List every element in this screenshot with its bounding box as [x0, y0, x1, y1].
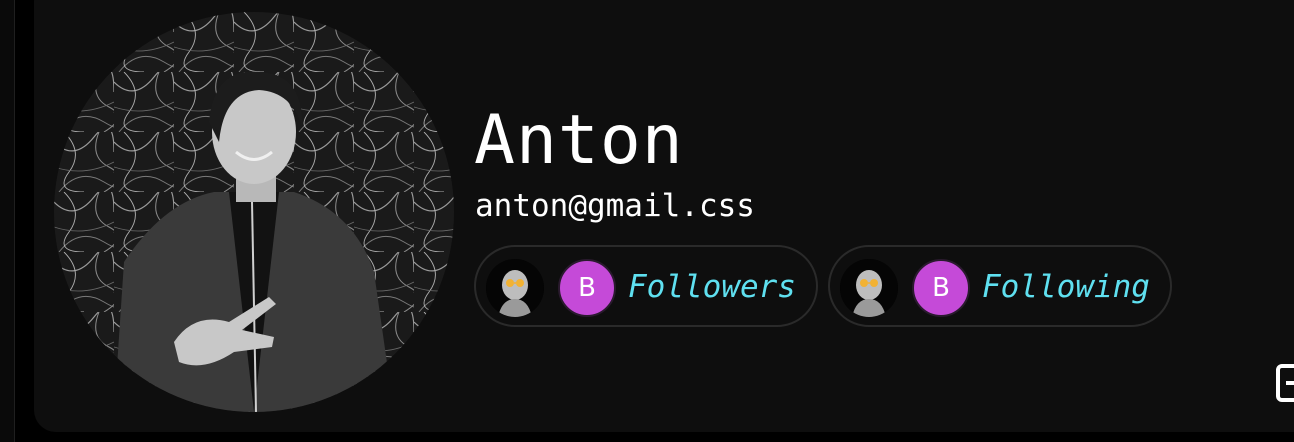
follower-avatar-photo: [486, 259, 544, 317]
profile-avatar: [54, 12, 454, 412]
expand-icon[interactable]: [1276, 364, 1294, 402]
followers-button[interactable]: B Followers: [474, 245, 818, 327]
following-avatar-letter: B: [912, 259, 970, 317]
following-label: Following: [982, 269, 1150, 305]
left-rail: [0, 0, 15, 442]
profile-name: Anton: [474, 101, 684, 180]
follower-avatar-letter: B: [558, 259, 616, 317]
profile-email: anton@gmail.css: [475, 188, 755, 224]
following-avatar-photo: [840, 259, 898, 317]
followers-label: Followers: [628, 269, 796, 305]
following-button[interactable]: B Following: [828, 245, 1172, 327]
